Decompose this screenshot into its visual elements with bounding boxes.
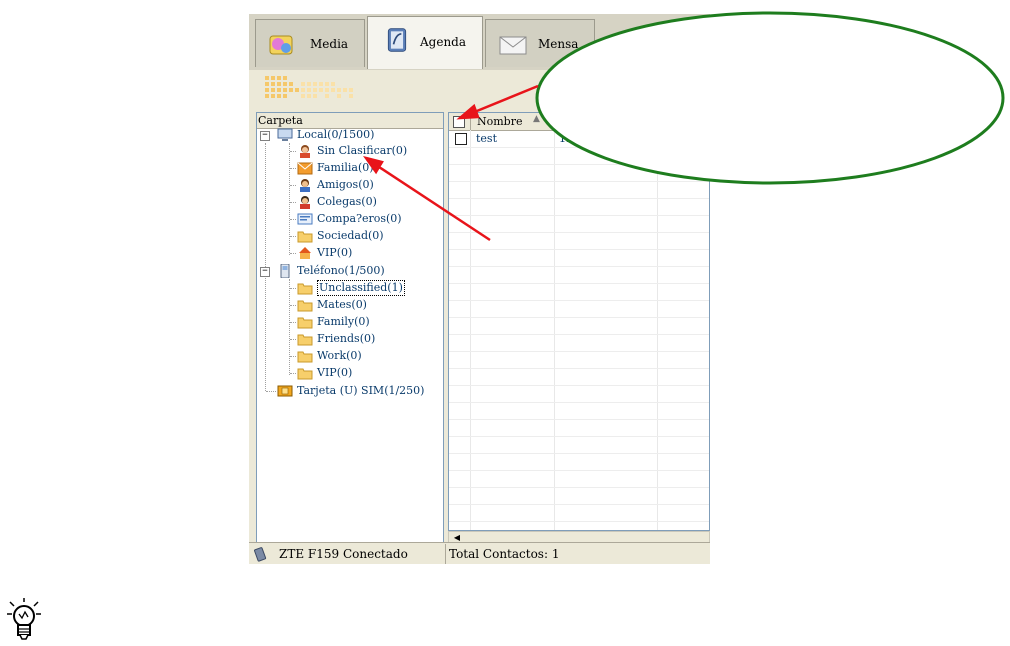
- arrow-to-checkbox: [456, 84, 539, 120]
- callout-ellipse: [535, 11, 1005, 185]
- annotation-overlay: [363, 11, 1005, 242]
- arrow-to-folder: [363, 155, 491, 242]
- lightbulb-icon: [7, 598, 41, 640]
